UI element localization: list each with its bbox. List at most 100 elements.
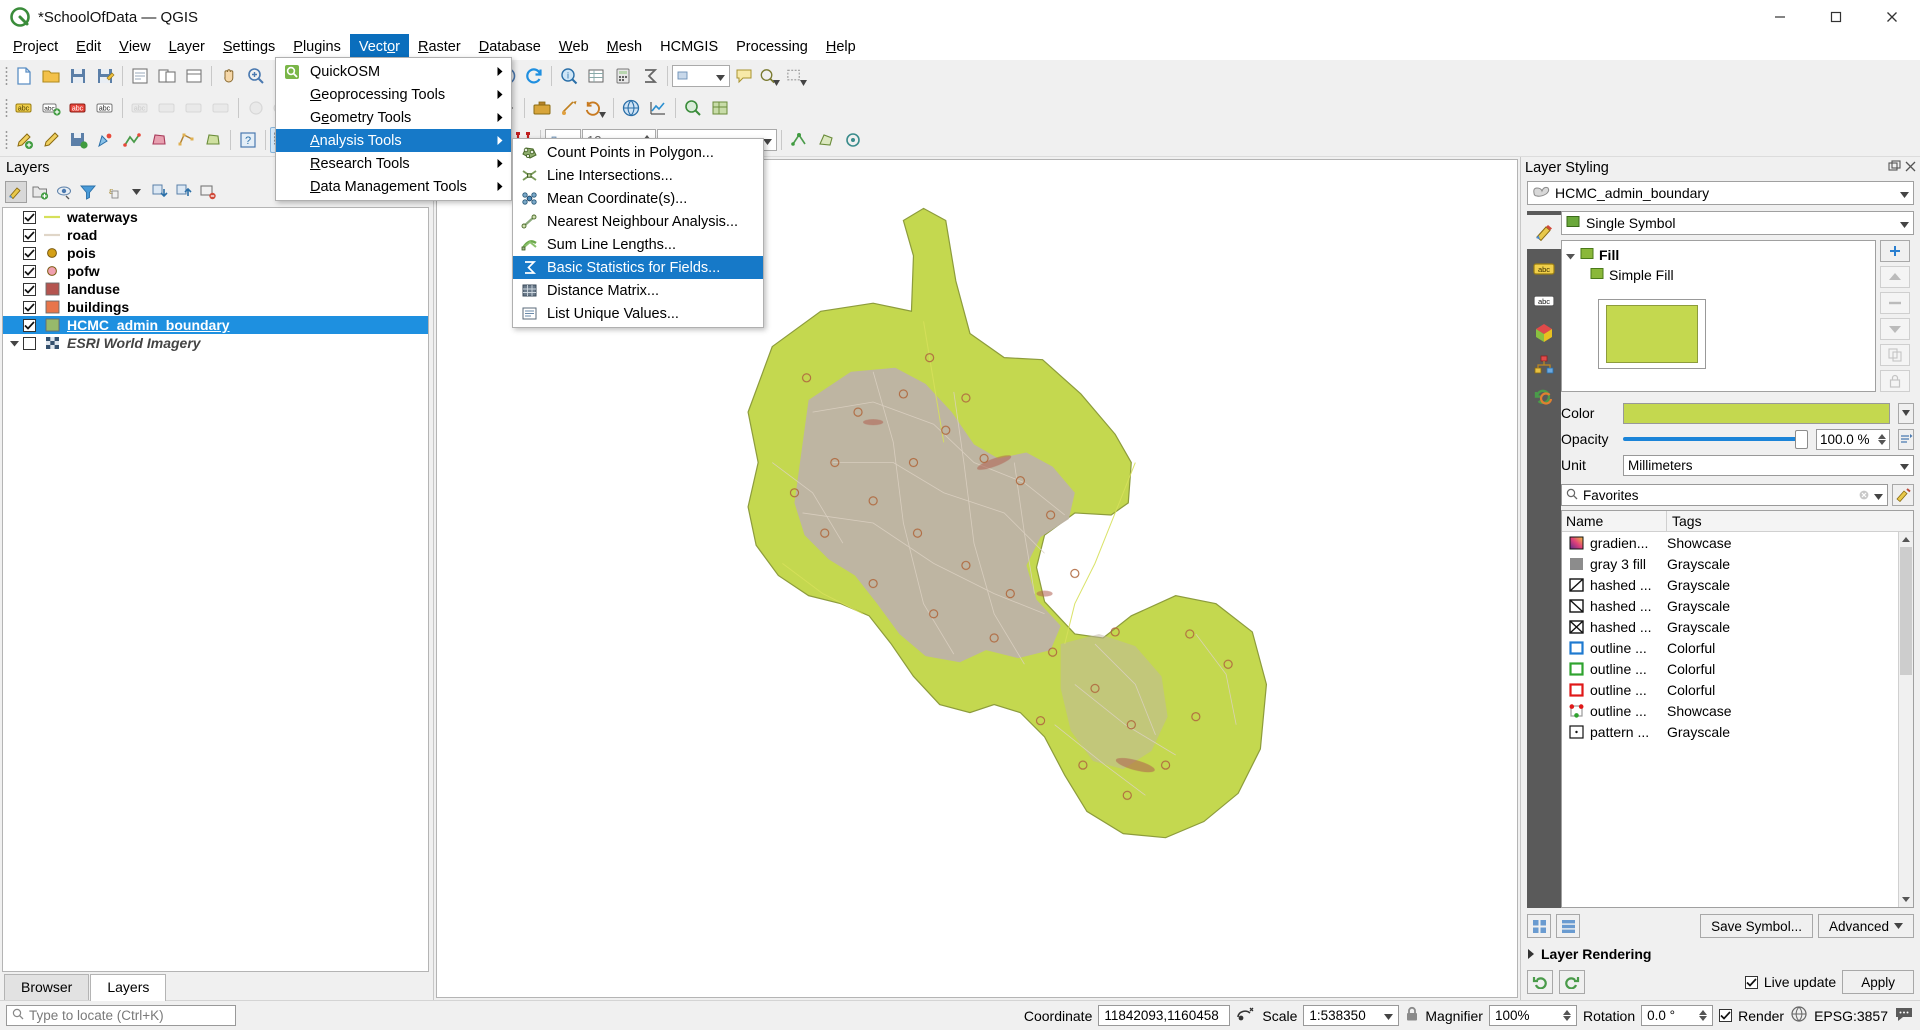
opacity-slider[interactable] bbox=[1623, 429, 1808, 450]
digitize-polygon-button[interactable] bbox=[146, 127, 172, 153]
add-group-button[interactable] bbox=[29, 181, 51, 203]
unit-combo[interactable]: Millimeters bbox=[1623, 454, 1914, 476]
layer-row-hcmc-admin-boundary[interactable]: HCMC_admin_boundary bbox=[3, 316, 428, 334]
current-edits-button[interactable] bbox=[11, 127, 37, 153]
color-swatch-button[interactable] bbox=[1623, 402, 1890, 424]
layer-row-road[interactable]: road bbox=[3, 226, 428, 244]
menu-layer[interactable]: Layer bbox=[160, 34, 214, 60]
highlight-pinned-labels-button[interactable]: abc bbox=[65, 95, 91, 121]
menu-mesh[interactable]: Mesh bbox=[598, 34, 651, 60]
filter-legend-expression-button[interactable]: ε bbox=[101, 181, 123, 203]
layout-manager-button[interactable] bbox=[154, 63, 180, 89]
symbol-table-row[interactable]: hashed ... Grayscale bbox=[1562, 616, 1898, 637]
layer-row-pois[interactable]: pois bbox=[3, 244, 428, 262]
scale-combo[interactable]: 1:538350 bbox=[1303, 1005, 1400, 1026]
layer-row-waterways[interactable]: waterways bbox=[3, 208, 428, 226]
close-panel-icon[interactable] bbox=[1905, 160, 1916, 177]
menu-view[interactable]: View bbox=[110, 34, 159, 60]
statistical-summary-button[interactable] bbox=[637, 63, 663, 89]
undock-panel-icon[interactable] bbox=[1888, 159, 1901, 177]
vector-menu-popup[interactable]: QuickOSM Geoprocessing Tools Geometry Tool… bbox=[275, 57, 512, 201]
scroll-up-button[interactable] bbox=[1899, 532, 1913, 547]
panel-tab-browser[interactable]: Browser bbox=[4, 974, 90, 1000]
toggle-extents-icon[interactable] bbox=[1236, 1005, 1256, 1026]
manage-map-themes-button[interactable] bbox=[53, 181, 75, 203]
layer-labeling-button[interactable]: abc bbox=[38, 95, 64, 121]
globe-button[interactable] bbox=[618, 95, 644, 121]
column-header-name[interactable]: Name bbox=[1562, 511, 1667, 531]
menu-item-data-management-tools[interactable]: Data Management Tools bbox=[276, 175, 511, 198]
menu-item-list-unique-values[interactable]: List Unique Values... bbox=[513, 302, 763, 325]
symbol-layer-tree[interactable]: Fill Simple Fill bbox=[1561, 240, 1876, 392]
toolbar-grip[interactable] bbox=[2, 96, 10, 120]
3d-view-tab-icon[interactable] bbox=[1532, 321, 1556, 345]
rotation-spinbox[interactable]: 0.0 ° bbox=[1641, 1005, 1714, 1026]
symbol-settings-button[interactable] bbox=[1892, 484, 1914, 506]
move-label-button[interactable] bbox=[154, 95, 180, 121]
avoid-overlap-button[interactable] bbox=[813, 127, 839, 153]
minimize-button[interactable] bbox=[1752, 0, 1808, 34]
symbol-table-row[interactable]: outline ... Colorful bbox=[1562, 637, 1898, 658]
open-project-button[interactable] bbox=[38, 63, 64, 89]
symbol-tree-row-simple-fill[interactable]: Simple Fill bbox=[1564, 265, 1873, 285]
symbol-library-table[interactable]: Name Tags gradien... Showcase gray 3 fill G… bbox=[1561, 510, 1914, 908]
column-header-tags[interactable]: Tags bbox=[1667, 511, 1913, 531]
magnifier-spinbox[interactable]: 100% bbox=[1488, 1005, 1577, 1026]
layer-visibility-checkbox[interactable] bbox=[23, 228, 36, 242]
layer-row-esri-world-imagery[interactable]: ESRI World Imagery bbox=[3, 334, 428, 352]
expand-all-button[interactable] bbox=[149, 181, 171, 203]
graphical-modeler-button[interactable] bbox=[556, 95, 582, 121]
advanced-button[interactable]: Advanced bbox=[1817, 914, 1914, 938]
symbol-table-row[interactable]: gradien... Showcase bbox=[1562, 532, 1898, 553]
crs-globe-icon[interactable] bbox=[1790, 1005, 1808, 1026]
scroll-down-button[interactable] bbox=[1899, 892, 1913, 907]
select-features-button[interactable] bbox=[758, 63, 784, 89]
new-print-layout-button[interactable] bbox=[127, 63, 153, 89]
menu-item-nearest-neighbour-analysis[interactable]: Nearest Neighbour Analysis... bbox=[513, 210, 763, 233]
refresh-button[interactable] bbox=[521, 63, 547, 89]
opacity-spinbox[interactable]: 100.0 % bbox=[1816, 428, 1890, 450]
layer-rendering-section[interactable]: Layer Rendering bbox=[1527, 946, 1914, 962]
open-attribute-table-button[interactable] bbox=[583, 63, 609, 89]
save-project-button[interactable] bbox=[65, 63, 91, 89]
layer-visibility-checkbox[interactable] bbox=[23, 282, 36, 296]
menu-web[interactable]: Web bbox=[550, 34, 598, 60]
toggle-editing-button[interactable] bbox=[38, 127, 64, 153]
rotate-label-button[interactable] bbox=[181, 95, 207, 121]
lock-symbol-layer-button[interactable] bbox=[1880, 370, 1910, 392]
move-symbol-layer-up-button[interactable] bbox=[1880, 266, 1910, 288]
lock-scale-icon[interactable] bbox=[1405, 1006, 1419, 1025]
show-hide-labels-button[interactable]: abc bbox=[127, 95, 153, 121]
menu-item-sum-line-lengths[interactable]: Sum Line Lengths... bbox=[513, 233, 763, 256]
filter-legend-button[interactable] bbox=[77, 181, 99, 203]
symbol-table-row[interactable]: outline ... Colorful bbox=[1562, 658, 1898, 679]
menu-item-line-intersections[interactable]: Line Intersections... bbox=[513, 164, 763, 187]
coordinate-field[interactable]: 11842093,1160458 bbox=[1098, 1005, 1231, 1026]
symbol-table-row[interactable]: pattern ... Grayscale bbox=[1562, 721, 1898, 742]
add-symbol-layer-button[interactable] bbox=[1880, 240, 1910, 262]
panel-tab-layers[interactable]: Layers bbox=[90, 974, 167, 1001]
close-button[interactable] bbox=[1864, 0, 1920, 34]
help-contents-button[interactable]: ? bbox=[235, 127, 261, 153]
menu-processing[interactable]: Processing bbox=[727, 34, 817, 60]
identify-features-button[interactable]: i bbox=[556, 63, 582, 89]
digitize-point-button[interactable] bbox=[92, 127, 118, 153]
symbology-tab-icon[interactable] bbox=[1532, 219, 1556, 243]
style-manager-button[interactable] bbox=[243, 95, 269, 121]
layer-row-buildings[interactable]: buildings bbox=[3, 298, 428, 316]
symbol-table-row[interactable]: gray 3 fill Grayscale bbox=[1562, 553, 1898, 574]
save-project-as-button[interactable] bbox=[92, 63, 118, 89]
show-tips-button[interactable] bbox=[731, 63, 757, 89]
icon-view-button[interactable] bbox=[1527, 914, 1551, 938]
georeferencer-button[interactable] bbox=[707, 95, 733, 121]
chevron-down-icon[interactable] bbox=[5, 340, 23, 347]
menu-project[interactable]: Project bbox=[4, 34, 67, 60]
processing-toolbox-button[interactable] bbox=[529, 95, 555, 121]
menu-item-mean-coordinate-s[interactable]: Mean Coordinate(s)... bbox=[513, 187, 763, 210]
renderer-combo[interactable]: Single Symbol bbox=[1561, 211, 1914, 235]
zoom-in-button[interactable] bbox=[243, 63, 269, 89]
history-button[interactable] bbox=[583, 95, 609, 121]
undo-style-button[interactable] bbox=[1527, 970, 1553, 994]
chevron-down-icon[interactable] bbox=[1566, 247, 1575, 263]
metasearch-button[interactable] bbox=[680, 95, 706, 121]
